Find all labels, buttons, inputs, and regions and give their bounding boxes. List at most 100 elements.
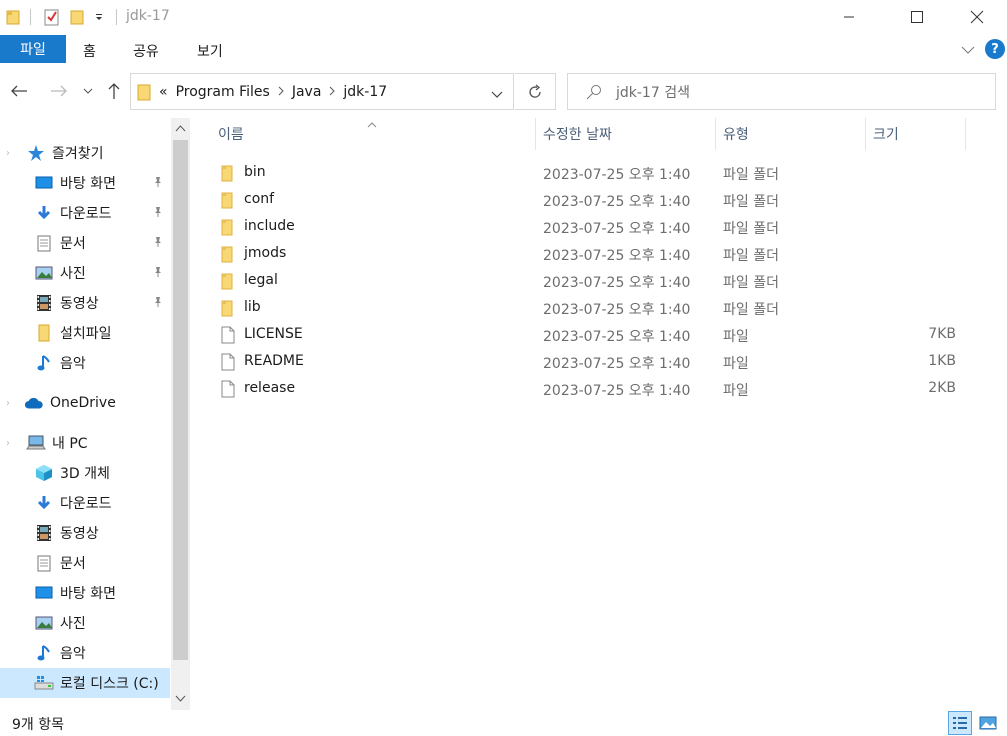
file-name: conf — [244, 191, 275, 207]
folder-icon — [220, 299, 238, 317]
file-type: 파일 폴더 — [723, 248, 779, 264]
file-icon — [220, 353, 238, 371]
chevron-right-icon[interactable] — [329, 84, 336, 100]
recent-locations-button[interactable] — [77, 80, 99, 102]
large-icons-view-button[interactable] — [976, 711, 1000, 735]
sidebar-quick-access[interactable]: › 즐겨찾기 — [0, 138, 170, 168]
navigation-pane: › 즐겨찾기 바탕 화면 다운로드 문서 사진 동영상 설치파일 음악 › OneDrive › 내 P… — [0, 118, 190, 710]
sidebar-item-4[interactable]: 동영상 — [0, 288, 170, 318]
sidebar-item-6[interactable]: 음악 — [0, 348, 170, 378]
search-box[interactable]: jdk-17 검색 — [567, 73, 996, 110]
chevron-right-icon[interactable] — [278, 84, 284, 100]
sidebar-item-2[interactable]: 문서 — [0, 228, 170, 258]
file-row[interactable]: legal 2023-07-25 오후 1:40 파일 폴더 — [210, 267, 990, 294]
sidebar-pc-item-1[interactable]: 다운로드 — [0, 488, 170, 518]
file-row[interactable]: lib 2023-07-25 오후 1:40 파일 폴더 — [210, 294, 990, 321]
address-bar[interactable]: « Program Files Java jdk-17 — [130, 73, 514, 110]
column-header-date[interactable]: 수정한 날짜 — [543, 118, 612, 150]
file-date: 2023-07-25 오후 1:40 — [543, 356, 691, 372]
minimize-button[interactable] — [826, 0, 872, 34]
file-row[interactable]: jmods 2023-07-25 오후 1:40 파일 폴더 — [210, 240, 990, 267]
expand-chevron-icon[interactable]: › — [6, 148, 10, 159]
folder-icon — [220, 245, 238, 263]
sidebar-item-label: 음악 — [60, 646, 86, 662]
properties-icon[interactable] — [44, 8, 60, 26]
onedrive-icon — [24, 393, 44, 413]
maximize-button[interactable] — [894, 0, 940, 34]
sidebar-pc-item-5[interactable]: 사진 — [0, 608, 170, 638]
sidebar-pc-item-0[interactable]: 3D 개체 — [0, 458, 170, 488]
sort-ascending-icon — [367, 116, 377, 132]
column-header-size[interactable]: 크기 — [873, 118, 899, 150]
sidebar-pc-item-2[interactable]: 동영상 — [0, 518, 170, 548]
sidebar-scrollbar[interactable] — [171, 118, 190, 710]
tab-share[interactable]: 공유 — [133, 41, 159, 61]
breadcrumb-program-files[interactable]: Program Files — [176, 84, 270, 100]
customize-qa-dropdown-icon[interactable] — [94, 8, 104, 26]
sidebar-pc-item-3[interactable]: 문서 — [0, 548, 170, 578]
cube-3d-icon — [34, 463, 54, 483]
pin-icon — [152, 206, 164, 222]
file-type: 파일 폴더 — [723, 167, 779, 183]
file-type: 파일 폴더 — [723, 221, 779, 237]
file-row[interactable]: include 2023-07-25 오후 1:40 파일 폴더 — [210, 213, 990, 240]
file-date: 2023-07-25 오후 1:40 — [543, 221, 691, 237]
column-header-name[interactable]: 이름 — [218, 118, 244, 150]
sidebar-pc-item-7[interactable]: 로컬 디스크 (C:) — [0, 668, 170, 698]
pin-icon — [152, 266, 164, 282]
item-count: 9개 항목 — [12, 717, 64, 733]
file-icon — [220, 380, 238, 398]
picture-icon — [34, 613, 54, 633]
sidebar-pc-item-6[interactable]: 음악 — [0, 638, 170, 668]
up-button[interactable] — [103, 80, 125, 102]
file-size: 7KB — [928, 326, 956, 342]
sidebar-item-label: 동영상 — [60, 526, 99, 542]
file-row[interactable]: release 2023-07-25 오후 1:40 파일 2KB — [210, 375, 990, 402]
help-icon[interactable]: ? — [985, 39, 1005, 59]
desktop-icon — [34, 173, 54, 193]
file-type: 파일 — [723, 383, 749, 399]
sidebar-item-3[interactable]: 사진 — [0, 258, 170, 288]
sidebar-item-label: 음악 — [60, 356, 86, 372]
search-icon — [586, 84, 602, 100]
expand-chevron-icon[interactable]: › — [6, 438, 10, 449]
folder-icon — [220, 164, 238, 182]
column-header-type[interactable]: 유형 — [723, 118, 749, 150]
sidebar-item-1[interactable]: 다운로드 — [0, 198, 170, 228]
expand-chevron-icon[interactable]: › — [6, 398, 10, 409]
address-dropdown-icon[interactable] — [491, 87, 503, 103]
file-row[interactable]: README 2023-07-25 오후 1:40 파일 1KB — [210, 348, 990, 375]
document-icon — [34, 553, 54, 573]
expand-ribbon-icon[interactable] — [961, 43, 975, 59]
download-icon — [34, 203, 54, 223]
tab-file[interactable]: 파일 — [0, 35, 66, 63]
sidebar-pc-item-4[interactable]: 바탕 화면 — [0, 578, 170, 608]
refresh-button[interactable] — [515, 73, 556, 110]
pin-icon — [152, 236, 164, 252]
window-title: jdk-17 — [126, 8, 170, 24]
sidebar-item-5[interactable]: 설치파일 — [0, 318, 170, 348]
pin-icon — [152, 176, 164, 192]
breadcrumb-jdk17[interactable]: jdk-17 — [343, 84, 387, 100]
scrollbar-thumb[interactable] — [173, 140, 188, 660]
new-folder-icon[interactable] — [70, 8, 84, 26]
tab-home[interactable]: 홈 — [83, 41, 96, 61]
music-icon — [34, 643, 54, 663]
file-row[interactable]: bin 2023-07-25 오후 1:40 파일 폴더 — [210, 159, 990, 186]
back-button[interactable] — [8, 80, 30, 102]
file-date: 2023-07-25 오후 1:40 — [543, 248, 691, 264]
tab-view[interactable]: 보기 — [197, 41, 223, 61]
sidebar-item-label: 사진 — [60, 266, 86, 282]
breadcrumb-java[interactable]: Java — [292, 84, 322, 100]
breadcrumb-overflow[interactable]: « — [159, 84, 168, 100]
sidebar-onedrive[interactable]: › OneDrive — [0, 388, 170, 418]
forward-button[interactable] — [48, 80, 70, 102]
sidebar-this-pc[interactable]: › 내 PC — [0, 428, 170, 458]
file-row[interactable]: LICENSE 2023-07-25 오후 1:40 파일 7KB — [210, 321, 990, 348]
file-row[interactable]: conf 2023-07-25 오후 1:40 파일 폴더 — [210, 186, 990, 213]
details-view-button[interactable] — [948, 711, 972, 735]
sidebar-item-label: 사진 — [60, 616, 86, 632]
drive-icon — [34, 673, 54, 693]
close-button[interactable] — [954, 0, 1000, 34]
sidebar-item-0[interactable]: 바탕 화면 — [0, 168, 170, 198]
